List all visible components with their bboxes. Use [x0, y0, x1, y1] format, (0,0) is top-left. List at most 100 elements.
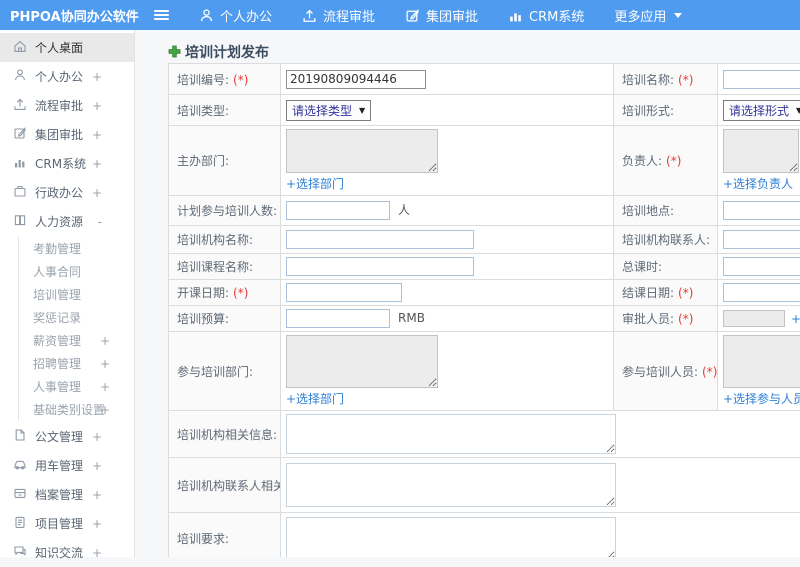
add-plus-icon	[168, 43, 181, 62]
sidebar-item-project[interactable]: 项目管理+	[0, 509, 134, 538]
sidebar-item-crm[interactable]: CRM系统+	[0, 149, 134, 178]
upload-icon	[302, 8, 317, 23]
select-owner-link[interactable]: +选择负责人	[723, 175, 793, 192]
join-dept-picker[interactable]	[286, 335, 438, 388]
sidebar-item-workflow-approval[interactable]: 流程审批+	[0, 91, 134, 120]
page-title: 培训计划发布	[168, 42, 800, 62]
form-row: 开课日期:(*) 结课日期:(*)	[169, 280, 800, 306]
topnav-workflow-approval[interactable]: 流程审批	[302, 6, 375, 25]
sidebar-item-personal-office[interactable]: 个人办公+	[0, 62, 134, 91]
user-icon	[13, 68, 27, 85]
field-label: 培训编号:	[177, 73, 229, 87]
form-row: 培训要求:	[169, 513, 800, 558]
start-date-input[interactable]	[286, 283, 402, 302]
org-name-input[interactable]	[286, 230, 474, 249]
topnav-crm[interactable]: CRM系统	[508, 6, 584, 25]
clipboard-icon	[13, 515, 27, 532]
field-label: 计划参与培训人数:	[177, 204, 277, 218]
user-icon	[199, 8, 214, 23]
sidebar: 个人桌面 个人办公+ 流程审批+ 集团审批+ CRM系统+ 行政办公+ 人力资源…	[0, 30, 135, 557]
field-label: 培训类型:	[177, 104, 229, 118]
field-label: 培训预算:	[177, 312, 229, 326]
field-label: 培训地点:	[622, 204, 674, 218]
sidebar-subitem-hr-contract[interactable]: 人事合同	[19, 260, 134, 283]
edit-icon	[13, 126, 27, 143]
menu-toggle-icon[interactable]	[154, 10, 169, 20]
sidebar-hr-subgroup: 考勤管理 人事合同 培训管理 奖惩记录 薪资管理+ 招聘管理+ 人事管理+ 基础…	[18, 237, 134, 421]
field-label: 培训机构名称:	[177, 233, 253, 247]
org-info-textarea[interactable]	[286, 414, 616, 454]
top-navigation: 个人办公 流程审批 集团审批 CRM系统 更多应用	[199, 6, 682, 25]
field-label: 培训要求:	[177, 532, 229, 546]
training-place-input[interactable]	[723, 201, 800, 220]
training-type-select[interactable]: 请选择类型▼	[286, 100, 371, 121]
owner-picker[interactable]	[723, 129, 799, 173]
bar-chart-icon	[508, 8, 523, 23]
car-icon	[13, 457, 27, 474]
edit-icon	[405, 8, 420, 23]
training-mode-select[interactable]: 请选择形式▼	[723, 100, 800, 121]
sidebar-subitem-base-category[interactable]: 基础类别设置+	[19, 398, 134, 421]
topnav-personal-office[interactable]: 个人办公	[199, 6, 272, 25]
sidebar-subitem-personnel[interactable]: 人事管理+	[19, 375, 134, 398]
sidebar-subitem-rewards[interactable]: 奖惩记录	[19, 306, 134, 329]
end-date-input[interactable]	[723, 283, 800, 302]
field-label: 培训形式:	[622, 104, 674, 118]
training-name-input[interactable]	[723, 70, 800, 89]
archive-icon	[13, 486, 27, 503]
sidebar-item-vehicle[interactable]: 用车管理+	[0, 451, 134, 480]
select-join-dept-link[interactable]: +选择部门	[286, 390, 344, 407]
sidebar-item-hr[interactable]: 人力资源-	[0, 207, 134, 236]
training-plan-form: 培训编号:(*) 培训名称:(*) 培训类型: 请选择类型▼ 培训形式: 请选择…	[168, 63, 800, 557]
sidebar-item-knowledge[interactable]: 知识交流+	[0, 538, 134, 567]
select-caret-icon: ▼	[796, 106, 800, 115]
field-label: 总课时:	[622, 260, 662, 274]
select-joiners-link[interactable]: +选择参与人员	[723, 390, 800, 407]
requirements-textarea[interactable]	[286, 517, 616, 558]
sidebar-subitem-training[interactable]: 培训管理	[19, 283, 134, 306]
sidebar-item-archive[interactable]: 档案管理+	[0, 480, 134, 509]
course-name-input[interactable]	[286, 257, 474, 276]
app-logo: PHPOA协同办公软件	[0, 6, 138, 25]
field-label: 主办部门:	[177, 154, 229, 168]
topnav-group-approval[interactable]: 集团审批	[405, 6, 478, 25]
sidebar-subitem-recruit[interactable]: 招聘管理+	[19, 352, 134, 375]
home-icon	[13, 39, 27, 56]
field-label: 参与培训人员:	[622, 365, 698, 379]
document-icon	[13, 428, 27, 445]
sidebar-item-group-approval[interactable]: 集团审批+	[0, 120, 134, 149]
caret-down-icon	[674, 13, 682, 18]
briefcase-icon	[13, 184, 27, 201]
select-dept-link[interactable]: +选择部门	[286, 175, 344, 192]
app-header: PHPOA协同办公软件 个人办公 流程审批 集团审批 CRM系统 更多应用	[0, 0, 800, 30]
form-row: 计划参与培训人数:(*) 人 培训地点:	[169, 196, 800, 226]
select-caret-icon: ▼	[359, 106, 365, 115]
budget-input[interactable]	[286, 309, 390, 328]
form-row: 参与培训部门: +选择部门 参与培训人员:(*) +选择参与人员	[169, 332, 800, 411]
sidebar-item-desktop[interactable]: 个人桌面	[0, 33, 134, 62]
sidebar-subitem-attendance[interactable]: 考勤管理	[19, 237, 134, 260]
total-hours-input[interactable]	[723, 257, 800, 276]
sidebar-subitem-salary[interactable]: 薪资管理+	[19, 329, 134, 352]
joiners-picker[interactable]	[723, 335, 800, 388]
topnav-more-apps[interactable]: 更多应用	[614, 6, 682, 25]
org-contact-input[interactable]	[723, 230, 800, 249]
field-label: 培训课程名称:	[177, 260, 253, 274]
field-label: 培训机构相关信息:	[177, 428, 277, 442]
field-label: 培训机构联系人相关信息:	[177, 479, 281, 493]
training-no-input[interactable]	[286, 70, 426, 89]
bar-chart-icon	[13, 155, 27, 172]
host-dept-picker[interactable]	[286, 129, 438, 173]
form-row: 培训课程名称: 总课时:	[169, 254, 800, 280]
approver-picker[interactable]	[723, 310, 785, 327]
sidebar-item-documents[interactable]: 公文管理+	[0, 422, 134, 451]
upload-icon	[13, 97, 27, 114]
planned-count-input[interactable]	[286, 201, 390, 220]
select-approver-link[interactable]: +选择审批人员	[791, 310, 800, 327]
form-row: 培训机构相关信息:	[169, 411, 800, 458]
form-row: 培训机构名称: 培训机构联系人:	[169, 226, 800, 254]
chat-icon	[13, 544, 27, 561]
org-contact-info-textarea[interactable]	[286, 463, 616, 507]
sidebar-item-admin-office[interactable]: 行政办公+	[0, 178, 134, 207]
form-row: 培训类型: 请选择类型▼ 培训形式: 请选择形式▼	[169, 95, 800, 126]
